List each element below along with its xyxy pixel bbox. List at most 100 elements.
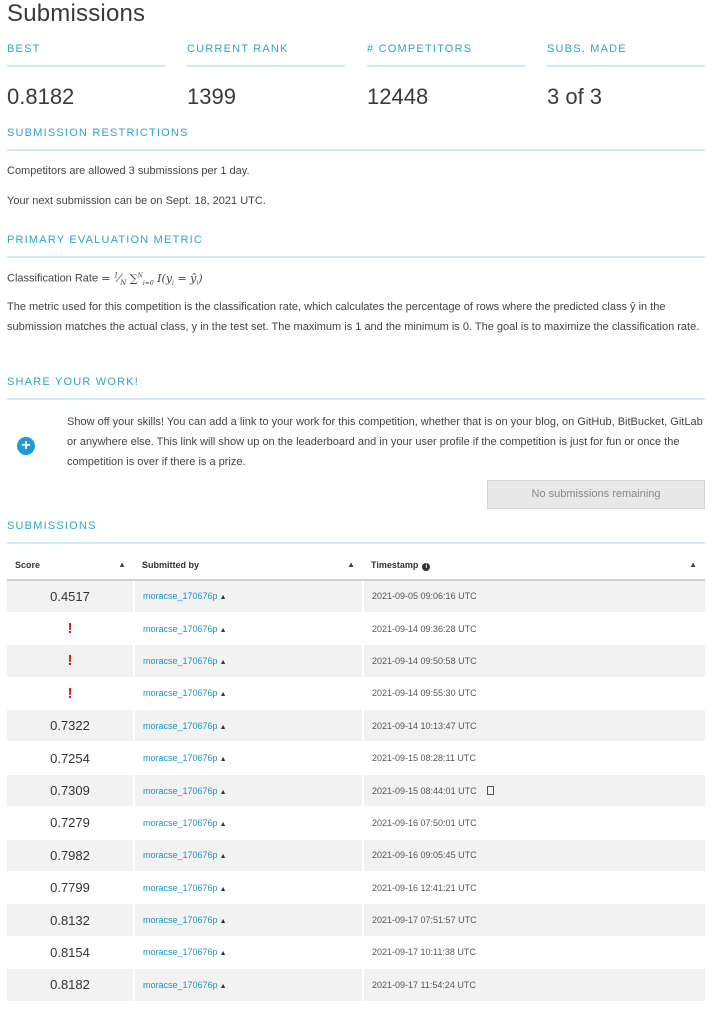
metric-formula: Classification Rate = 1⁄N ∑Ni=0 I(yi = ŷ… xyxy=(7,265,203,294)
timestamp-text: 2021-09-15 08:44:01 UTC xyxy=(372,785,477,796)
score-cell: 0.7279 xyxy=(7,806,134,840)
submitter-link[interactable]: moracse_170676p xyxy=(143,915,218,925)
sort-icon[interactable]: ▲︎ xyxy=(118,560,126,569)
submitter-cell: moracse_170676p ▲ xyxy=(133,968,363,1002)
timestamp-text: 2021-09-14 10:13:47 UTC xyxy=(372,720,477,731)
stat-divider xyxy=(367,65,525,67)
timestamp-text: 2021-09-14 09:55:30 UTC xyxy=(372,688,477,699)
timestamp-cell: 2021-09-17 10:11:38 UTC xyxy=(362,936,705,970)
table-row: 0.7322 moracse_170676p ▲ 2021-09-14 10:13:4… xyxy=(7,709,705,743)
submitter-link[interactable]: moracse_170676p xyxy=(143,947,218,957)
column-score[interactable]: Score ▲︎ xyxy=(7,551,134,581)
stat-divider xyxy=(547,65,705,67)
submitter-link[interactable]: moracse_170676p xyxy=(143,786,218,796)
score-cell: 0.8154 xyxy=(7,936,134,970)
stat-divider xyxy=(7,65,165,67)
score-cell: 0.7322 xyxy=(7,709,134,743)
submitter-link[interactable]: moracse_170676p xyxy=(143,883,218,893)
share-heading: SHARE YOUR WORK! xyxy=(7,376,140,388)
submitter-link[interactable]: moracse_170676p xyxy=(143,688,218,698)
user-icon: ▲ xyxy=(219,982,227,990)
user-icon: ▲ xyxy=(219,658,227,666)
timestamp-text: 2021-09-17 10:11:38 UTC xyxy=(372,947,476,958)
table-row: ! moracse_170676p ▲ 2021-09-14 09:50:58 UTC xyxy=(7,644,705,678)
submitter-cell: moracse_170676p ▲ xyxy=(133,839,363,873)
submitter-link[interactable]: moracse_170676p xyxy=(143,980,218,990)
sort-icon[interactable]: ▲︎ xyxy=(347,560,355,569)
formula-label: Classification Rate xyxy=(7,272,99,285)
stat-rank-value: 1399 xyxy=(187,84,236,109)
timestamp-text: 2021-09-16 12:41:21 UTC xyxy=(372,882,477,893)
metric-heading: PRIMARY EVALUATION METRIC xyxy=(7,234,204,246)
score-cell: 0.7254 xyxy=(7,741,134,775)
table-header-row: Score ▲︎ Submitted by ▲︎ Timestamp i ▲︎ xyxy=(7,551,705,581)
column-label: Score xyxy=(15,560,41,570)
no-submissions-button[interactable]: No submissions remaining xyxy=(487,480,705,509)
table-row: ! moracse_170676p ▲ 2021-09-14 09:55:30 UTC xyxy=(7,677,705,711)
user-icon: ▲ xyxy=(219,594,227,602)
timestamp-cell: 2021-09-16 07:50:01 UTC xyxy=(362,806,705,840)
table-row: 0.7799 moracse_170676p ▲ 2021-09-16 12:41:2… xyxy=(7,871,705,905)
table-row: 0.8182 moracse_170676p ▲ 2021-09-17 11:54:2… xyxy=(7,968,705,1002)
score-cell: ! xyxy=(7,644,134,678)
timestamp-text: 2021-09-14 09:36:28 UTC xyxy=(372,623,477,634)
metric-description: The metric used for this competition is … xyxy=(7,301,700,333)
submitter-link[interactable]: moracse_170676p xyxy=(143,656,218,666)
formula-math: = 1⁄N ∑Ni=0 I(yi = ŷi) xyxy=(101,271,203,287)
timestamp-cell: 2021-09-17 07:51:57 UTC xyxy=(362,903,705,937)
submitter-link[interactable]: moracse_170676p xyxy=(143,721,218,731)
timestamp-text: 2021-09-16 09:05:45 UTC xyxy=(372,850,477,861)
user-icon: ▲ xyxy=(219,820,227,828)
submitter-cell: moracse_170676p ▲ xyxy=(133,709,363,743)
document-icon[interactable] xyxy=(486,785,494,795)
score-cell: ! xyxy=(7,677,134,711)
user-icon: ▲ xyxy=(219,723,227,731)
error-icon[interactable]: ! xyxy=(68,620,73,637)
submitter-link[interactable]: moracse_170676p xyxy=(143,624,218,634)
user-icon: ▲ xyxy=(219,756,227,764)
timestamp-text: 2021-09-17 07:51:57 UTC xyxy=(372,915,477,926)
info-icon[interactable]: i xyxy=(422,562,431,571)
timestamp-cell: 2021-09-16 12:41:21 UTC xyxy=(362,871,705,905)
page-title: Submissions xyxy=(7,0,146,27)
table-row: 0.7254 moracse_170676p ▲ 2021-09-15 08:28:1… xyxy=(7,741,705,775)
submitter-link[interactable]: moracse_170676p xyxy=(143,818,218,828)
submitter-link[interactable]: moracse_170676p xyxy=(143,753,218,763)
user-icon: ▲ xyxy=(219,853,227,861)
submitter-link[interactable]: moracse_170676p xyxy=(143,850,218,860)
timestamp-text: 2021-09-15 08:28:11 UTC xyxy=(372,753,476,764)
user-icon: ▲ xyxy=(219,788,227,796)
submitter-cell: moracse_170676p ▲ xyxy=(133,612,363,646)
timestamp-cell: 2021-09-14 09:55:30 UTC xyxy=(362,677,705,711)
timestamp-cell: 2021-09-05 09:06:16 UTC xyxy=(362,580,705,613)
submissions-table: Score ▲︎ Submitted by ▲︎ Timestamp i ▲︎ 0.45… xyxy=(7,551,705,1002)
section-divider xyxy=(7,256,705,258)
stat-subs-label: SUBS. MADE xyxy=(547,43,627,55)
error-icon[interactable]: ! xyxy=(68,685,73,702)
timestamp-cell: 2021-09-14 09:50:58 UTC xyxy=(362,644,705,678)
score-cell: 0.7982 xyxy=(7,839,134,873)
timestamp-cell: 2021-09-14 09:36:28 UTC xyxy=(362,612,705,646)
stat-divider xyxy=(187,65,345,67)
submitter-cell: moracse_170676p ▲ xyxy=(133,806,363,840)
add-link-icon[interactable]: + xyxy=(17,437,35,455)
submitter-link[interactable]: moracse_170676p xyxy=(143,591,218,601)
error-icon[interactable]: ! xyxy=(68,652,73,669)
timestamp-cell: 2021-09-16 09:05:45 UTC xyxy=(362,839,705,873)
column-submitted-by[interactable]: Submitted by ▲︎ xyxy=(134,551,363,581)
section-divider xyxy=(7,398,705,400)
section-divider xyxy=(7,149,705,151)
submitter-cell: moracse_170676p ▲ xyxy=(133,871,363,905)
restrictions-heading: SUBMISSION RESTRICTIONS xyxy=(7,127,189,139)
score-cell: 0.8132 xyxy=(7,903,134,937)
table-row: ! moracse_170676p ▲ 2021-09-14 09:36:28 UTC xyxy=(7,612,705,646)
score-cell: 0.7309 xyxy=(7,774,134,808)
score-cell: 0.4517 xyxy=(7,580,134,613)
share-description: Show off your skills! You can add a link… xyxy=(67,416,703,468)
user-icon: ▲ xyxy=(219,885,227,893)
sort-icon[interactable]: ▲︎ xyxy=(689,560,697,569)
column-timestamp[interactable]: Timestamp i ▲︎ xyxy=(363,551,705,581)
submissions-heading: SUBMISSIONS xyxy=(7,520,97,532)
table-row: 0.8154 moracse_170676p ▲ 2021-09-17 10:11:3… xyxy=(7,936,705,970)
user-icon: ▲ xyxy=(219,918,227,926)
